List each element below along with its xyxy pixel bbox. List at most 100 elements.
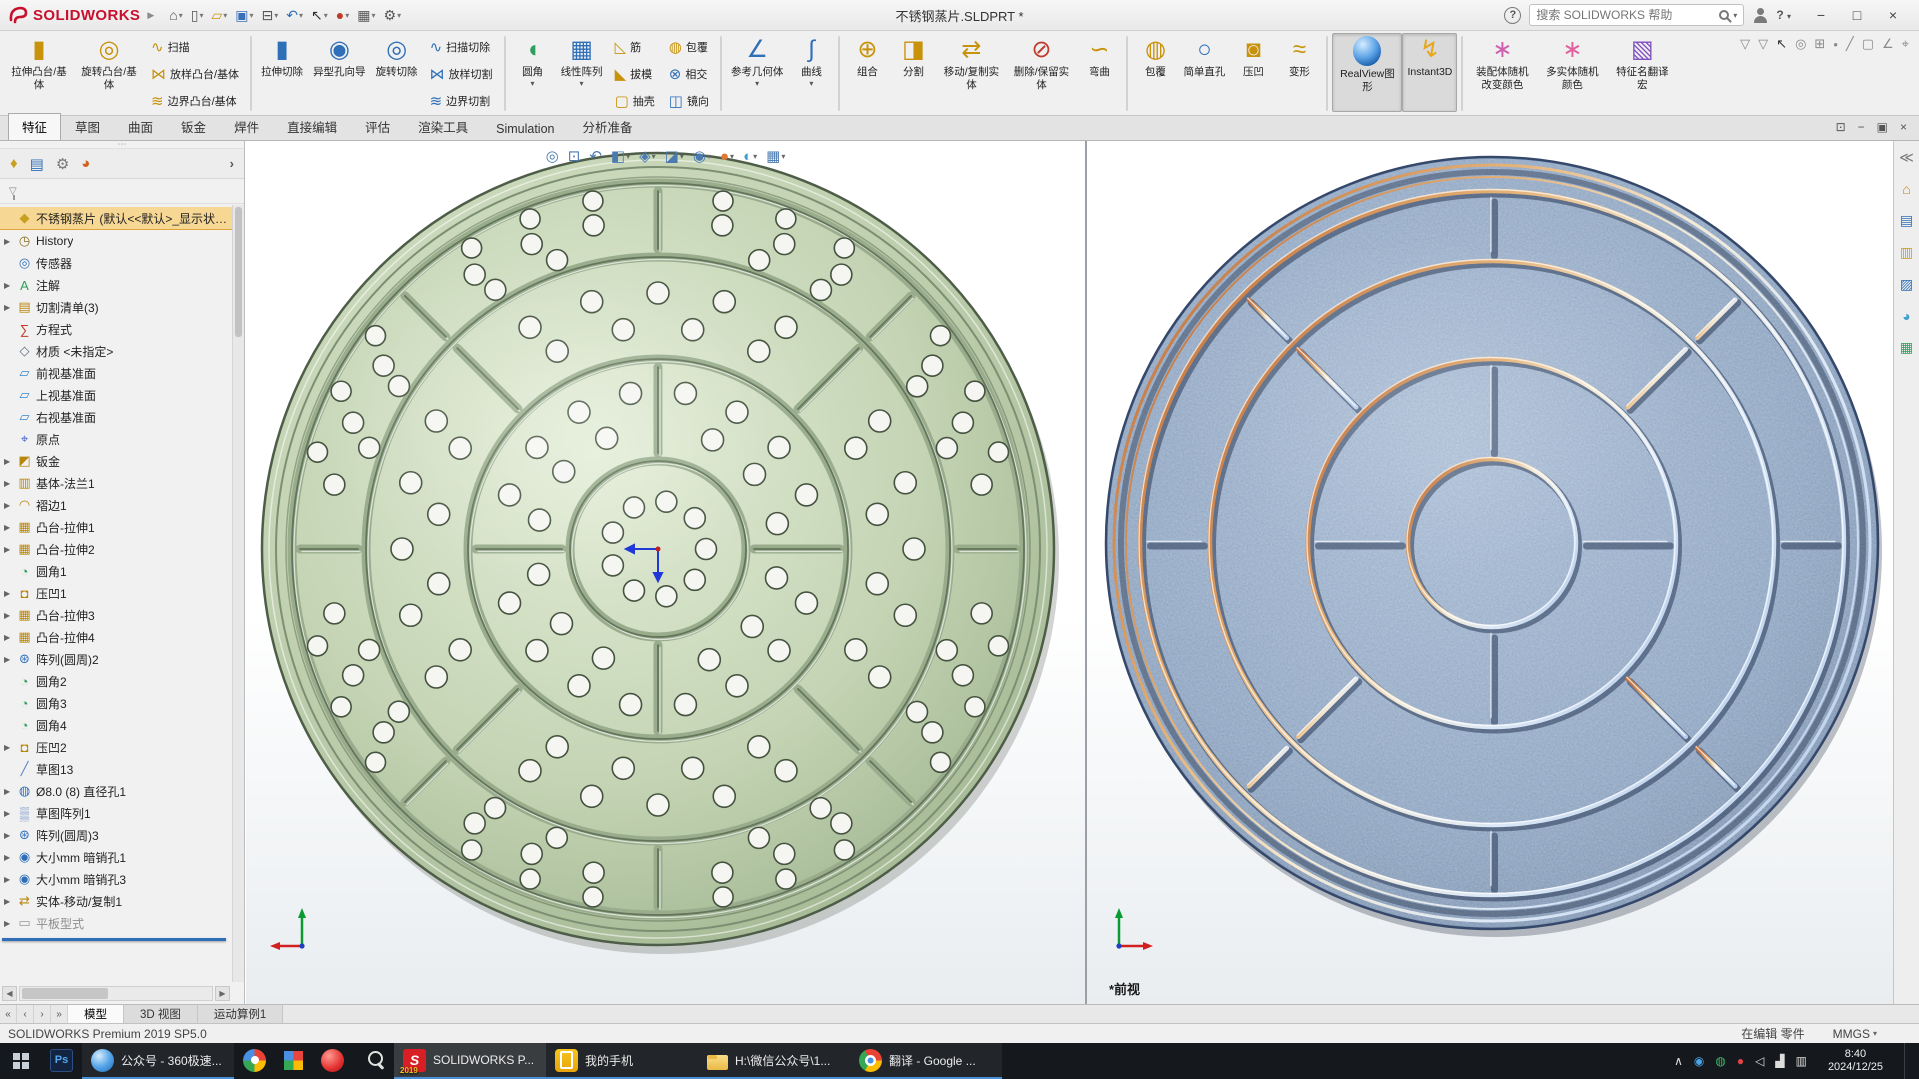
close-button[interactable]: × (1875, 2, 1911, 28)
view-palette-icon[interactable]: ▨ (1900, 276, 1913, 293)
feature-tree-item[interactable]: ▶ ▤ 切割清单(3) (0, 296, 232, 318)
feature-tree-item[interactable]: ▶ ◇ 材质 <未指定> (0, 340, 232, 362)
linear-pattern[interactable]: ▦ 线性阵列 ▾ (556, 33, 608, 112)
expand-icon[interactable]: ▶ (4, 281, 16, 290)
custom-properties-icon[interactable]: ▦ (1900, 339, 1913, 356)
select-arrow-icon[interactable]: ↖ (1776, 36, 1787, 52)
ribbon-separator[interactable]: ▾ (250, 36, 253, 111)
deform[interactable]: ≈ 变形 ▾ (1276, 33, 1322, 112)
feature-tree-item[interactable]: ▶ ╱ 草图13 (0, 758, 232, 780)
fillet[interactable]: ◖ 圆角 ▾ (510, 33, 556, 112)
feature-tree-item[interactable]: ▶ ◔ 圆角2 (0, 670, 232, 692)
feature-tree-item[interactable]: ▶ ⊛ 阵列(圆周)3 (0, 824, 232, 846)
feature-tree-item[interactable]: ▶ ◷ History (0, 230, 232, 252)
indent-feature[interactable]: ◙ 压凹 ▾ (1230, 33, 1276, 112)
feature-tree-item[interactable]: ▶ ▦ 凸台-拉伸1 (0, 516, 232, 538)
sweep-cut[interactable]: ∿ 扫描切除 ▾ (423, 33, 500, 60)
doc-minimize-icon[interactable]: − (1858, 120, 1865, 134)
feature-tree-item[interactable]: ▶ ▱ 前视基准面 (0, 362, 232, 384)
panel-expand-icon[interactable]: › (230, 156, 234, 171)
ribbon-separator[interactable]: ▾ (719, 36, 722, 111)
tab-3d-views[interactable]: 3D 视图 (124, 1005, 198, 1023)
help-menu-icon[interactable]: ? ▾ (1776, 8, 1791, 22)
expand-icon[interactable]: ▶ (4, 457, 16, 466)
feature-tree-item[interactable]: ▶ ◍ Ø8.0 (8) 直径孔1 (0, 780, 232, 802)
scrollbar-track[interactable] (19, 986, 213, 1001)
tab-weldments[interactable]: 焊件 (220, 113, 273, 140)
tab-analysis-prep[interactable]: 分析准备 (569, 113, 647, 140)
filter-edge-icon[interactable]: ╱ (1846, 36, 1854, 52)
delete-body[interactable]: ⊘ 删除/保留实体 ▾ (1006, 33, 1076, 112)
scroll-left-icon[interactable]: ◀ (2, 986, 17, 1001)
boundary-cut[interactable]: ≋ 边界切割 ▾ (423, 87, 500, 114)
expand-icon[interactable]: ▶ (4, 501, 16, 510)
feature-tree-item[interactable]: ▶ ⌖ 原点 (0, 428, 232, 450)
ribbon-separator[interactable]: ▾ (1326, 36, 1329, 111)
tab-evaluate[interactable]: 评估 (351, 113, 404, 140)
filter-funnel-icon[interactable]: ▽ (1740, 36, 1750, 52)
ref-geometry[interactable]: ∠ 参考几何体 ▾ (726, 33, 789, 112)
random-color-assembly[interactable]: ∗ 装配体随机改变颜色 ▾ (1467, 33, 1537, 112)
search-dropdown-icon[interactable]: ▾ (1733, 11, 1737, 20)
filter-face-icon[interactable]: ▢ (1862, 36, 1874, 52)
edit-appearance-icon[interactable]: ● ▾ (717, 146, 737, 167)
home-icon[interactable]: ⌂ ▾ (166, 5, 185, 25)
user-icon[interactable] (1752, 7, 1768, 23)
feature-tree-item[interactable]: ▶ ▭ 平板型式 (0, 912, 232, 934)
record-button[interactable] (312, 1043, 353, 1079)
configuration-manager-icon[interactable]: ⚙ (56, 155, 69, 173)
boundary[interactable]: ≋ 边界凸台/基体 ▾ (144, 87, 246, 114)
apply-scene-icon[interactable]: ◐ ▾ (740, 146, 760, 167)
dimension-icon[interactable]: ⌖ (1902, 36, 1909, 52)
tree-horizontal-scrollbar[interactable]: ◀ ▶ (2, 986, 230, 1001)
expand-icon[interactable]: ▶ (4, 809, 16, 818)
ribbon-separator[interactable]: ▾ (1126, 36, 1129, 111)
my-phone-window[interactable]: 我的手机 (546, 1043, 698, 1079)
tab-surfaces[interactable]: 曲面 (114, 113, 167, 140)
wrap[interactable]: ◍ 包覆 ▾ (662, 33, 716, 60)
show-desktop-button[interactable] (1904, 1043, 1909, 1079)
feature-tree-item[interactable]: ▶ ▦ 凸台-拉伸3 (0, 604, 232, 626)
start-button[interactable] (0, 1043, 41, 1079)
hole-wizard[interactable]: ◉ 异型孔向导 ▾ (308, 33, 371, 112)
feature-tree-item[interactable]: ▶ ▥ 基体-法兰1 (0, 472, 232, 494)
sw-resources-icon[interactable]: ⌂ (1902, 181, 1910, 197)
doc-pin-icon[interactable]: ⊡ (1836, 120, 1846, 134)
undo-icon[interactable]: ↶ ▾ (283, 5, 306, 25)
macro-record-icon[interactable]: ● ▾ (333, 5, 352, 25)
move-copy-bodies[interactable]: ⇄ 移动/复制实体 ▾ (936, 33, 1006, 112)
ribbon-separator[interactable]: ▾ (838, 36, 841, 111)
colorful-app-button[interactable] (275, 1043, 312, 1079)
expand-icon[interactable]: ▶ (4, 897, 16, 906)
loft[interactable]: ⋈ 放样凸台/基体 ▾ (144, 60, 246, 87)
filter-icon[interactable]: ▽ (9, 186, 17, 200)
revolve-boss[interactable]: ◎ 旋转凸台/基体 ▾ (74, 33, 144, 112)
units-selector[interactable]: MMGS ▾ (1833, 1027, 1877, 1041)
revolve-cut[interactable]: ◎ 旋转切除 ▾ (371, 33, 423, 112)
ribbon-separator[interactable]: ▾ (503, 36, 506, 111)
feature-tree-item[interactable]: ▶ ▱ 上视基准面 (0, 384, 232, 406)
feature-tree-root[interactable]: ▶ ◆ 不锈钢蒸片 (默认<<默认>_显示状态 1 (0, 207, 232, 230)
tab-model[interactable]: 模型 (68, 1005, 124, 1023)
panel-splitter-handle[interactable]: ⋯ (0, 140, 244, 149)
tab-features[interactable]: 特征 (8, 113, 62, 140)
realview-sphere[interactable]: RealView图形 ▾ (1332, 33, 1403, 112)
zoom-area-icon[interactable]: ⊡ ▾ (565, 145, 584, 167)
rib[interactable]: ◺ 筋 ▾ (608, 33, 662, 60)
taskpane-collapse-icon[interactable]: ≪ (1899, 149, 1914, 166)
hide-show-items-icon[interactable]: ◉ ▾ (690, 145, 714, 167)
minimize-button[interactable]: − (1803, 2, 1839, 28)
draft[interactable]: ◣ 拔模 ▾ (608, 60, 662, 87)
view-settings-icon[interactable]: ▦ ▾ (763, 145, 788, 167)
feature-tree-item[interactable]: ▶ A 注解 (0, 274, 232, 296)
section-view-icon[interactable]: ◧ ▾ (608, 145, 633, 167)
feature-tree-item[interactable]: ▶ ◉ 大小mm 暗销孔1 (0, 846, 232, 868)
solidworks-window-button[interactable]: 2019 SOLIDWORKS P... (394, 1043, 546, 1079)
search-box[interactable]: ▾ (1529, 4, 1745, 26)
feature-tree-item[interactable]: ▶ ◎ 传感器 (0, 252, 232, 274)
search-input[interactable] (1536, 8, 1716, 22)
tray-green-icon[interactable]: ◍ (1715, 1054, 1725, 1068)
photoshop-button[interactable] (41, 1043, 82, 1079)
expand-icon[interactable]: ▶ (4, 479, 16, 488)
expand-icon[interactable]: ▶ (4, 237, 16, 246)
